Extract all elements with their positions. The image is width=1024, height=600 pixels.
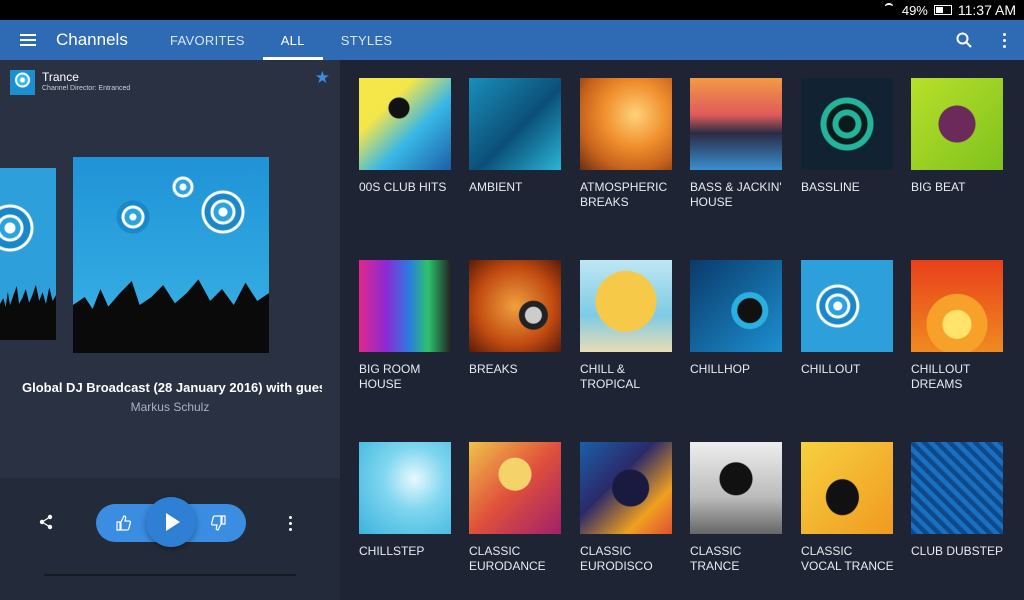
favorite-star-icon[interactable]: ★ (315, 68, 330, 88)
share-icon[interactable] (38, 514, 58, 534)
channel-art (580, 78, 672, 170)
clock: 11:37 AM (957, 2, 1016, 18)
channel-art (801, 260, 893, 352)
channel-label: BASS & JACKIN' HOUSE (690, 180, 782, 209)
tab-all[interactable]: ALL (262, 20, 323, 60)
channel-label: BASSLINE (801, 180, 860, 194)
channel-art (359, 78, 451, 170)
channel-art (359, 442, 451, 534)
channel-label: CLUB DUBSTEP (911, 544, 1004, 558)
channel-tile[interactable]: 00S CLUB HITS (359, 78, 453, 195)
channel-art (690, 78, 782, 170)
track-artist: Markus Schulz (130, 400, 210, 414)
now-playing-panel: Trance Channel Director: Entranced ★ Glo… (0, 60, 340, 600)
channel-art (469, 260, 561, 352)
status-bar: 49% 11:37 AM (0, 0, 1024, 20)
thumbs-up-icon[interactable] (112, 512, 134, 534)
channel-tile[interactable]: BREAKS (469, 260, 563, 377)
channel-art (690, 442, 782, 534)
channel-label: BREAKS (469, 362, 518, 376)
channel-label: BIG BEAT (911, 180, 966, 194)
channel-tile[interactable]: ATMOSPHERIC BREAKS (580, 78, 674, 210)
battery-percent: 49% (901, 2, 928, 18)
progress-bar[interactable] (44, 574, 296, 576)
channel-tile[interactable]: CHILLOUT (801, 260, 895, 377)
channel-tile[interactable]: BASSLINE (801, 78, 895, 195)
channel-tile[interactable]: CHILL & TROPICAL (580, 260, 674, 392)
channel-art (469, 442, 561, 534)
channel-art (911, 78, 1003, 170)
channel-art (580, 442, 672, 534)
channel-tile[interactable]: CLASSIC VOCAL TRANCE (801, 442, 895, 574)
channel-label: CHILLSTEP (359, 544, 425, 558)
channel-art (580, 260, 672, 352)
channel-label: BIG ROOM HOUSE (359, 362, 421, 391)
channel-tile[interactable]: CHILLHOP (690, 260, 784, 377)
channel-label: 00S CLUB HITS (359, 180, 447, 194)
wifi-icon (882, 5, 896, 15)
more-vert-icon[interactable] (984, 20, 1024, 60)
channel-tile[interactable]: CLASSIC EURODANCE (469, 442, 563, 574)
app-toolbar: Channels FAVORITES ALL STYLES (0, 20, 1024, 60)
tab-styles[interactable]: STYLES (323, 20, 411, 60)
play-button[interactable] (146, 497, 196, 547)
channel-tile[interactable]: BIG ROOM HOUSE (359, 260, 453, 392)
more-vert-icon[interactable] (289, 516, 292, 531)
channel-art (801, 78, 893, 170)
channel-label: CHILLHOP (690, 362, 751, 376)
channel-tile[interactable]: CHILLOUT DREAMS (911, 260, 1005, 392)
track-title: Global DJ Broadcast (28 January 2016) wi… (22, 380, 322, 395)
channel-label: CLASSIC VOCAL TRANCE (801, 544, 894, 573)
channel-label: ATMOSPHERIC BREAKS (580, 180, 668, 209)
channel-label: CHILLOUT DREAMS (911, 362, 971, 391)
menu-icon[interactable] (0, 20, 56, 60)
previous-album-art[interactable] (0, 168, 56, 340)
album-art (73, 157, 269, 353)
channel-tile[interactable]: CHILLSTEP (359, 442, 453, 559)
battery-icon (933, 5, 952, 15)
channel-tile[interactable]: CLASSIC EURODISCO (580, 442, 674, 574)
channel-tile[interactable]: BIG BEAT (911, 78, 1005, 195)
channel-label: CHILLOUT (801, 362, 861, 376)
playback-controls (0, 478, 340, 600)
channel-label: CLASSIC EURODISCO (580, 544, 653, 573)
channel-art (690, 260, 782, 352)
now-playing-header: Trance Channel Director: Entranced ★ (10, 68, 330, 98)
channel-art (469, 78, 561, 170)
channel-tile[interactable]: BASS & JACKIN' HOUSE (690, 78, 784, 210)
channel-art (911, 442, 1003, 534)
search-icon[interactable] (944, 20, 984, 60)
thumbs-down-icon[interactable] (208, 512, 230, 534)
page-title: Channels (56, 30, 128, 49)
channel-label: CLASSIC TRANCE (690, 544, 742, 573)
channel-tile[interactable]: AMBIENT (469, 78, 563, 195)
channel-label: AMBIENT (469, 180, 523, 194)
channel-label: CLASSIC EURODANCE (469, 544, 546, 573)
channel-tile[interactable]: CLUB DUBSTEP (911, 442, 1005, 559)
channel-tile[interactable]: CLASSIC TRANCE (690, 442, 784, 574)
channel-art (359, 260, 451, 352)
channel-art (801, 442, 893, 534)
channel-label: CHILL & TROPICAL (580, 362, 641, 391)
channel-art (911, 260, 1003, 352)
channel-thumbnail (10, 70, 35, 95)
channel-director: Channel Director: Entranced (42, 85, 131, 92)
channel-name: Trance (42, 70, 79, 84)
tab-favorites[interactable]: FAVORITES (152, 20, 263, 60)
